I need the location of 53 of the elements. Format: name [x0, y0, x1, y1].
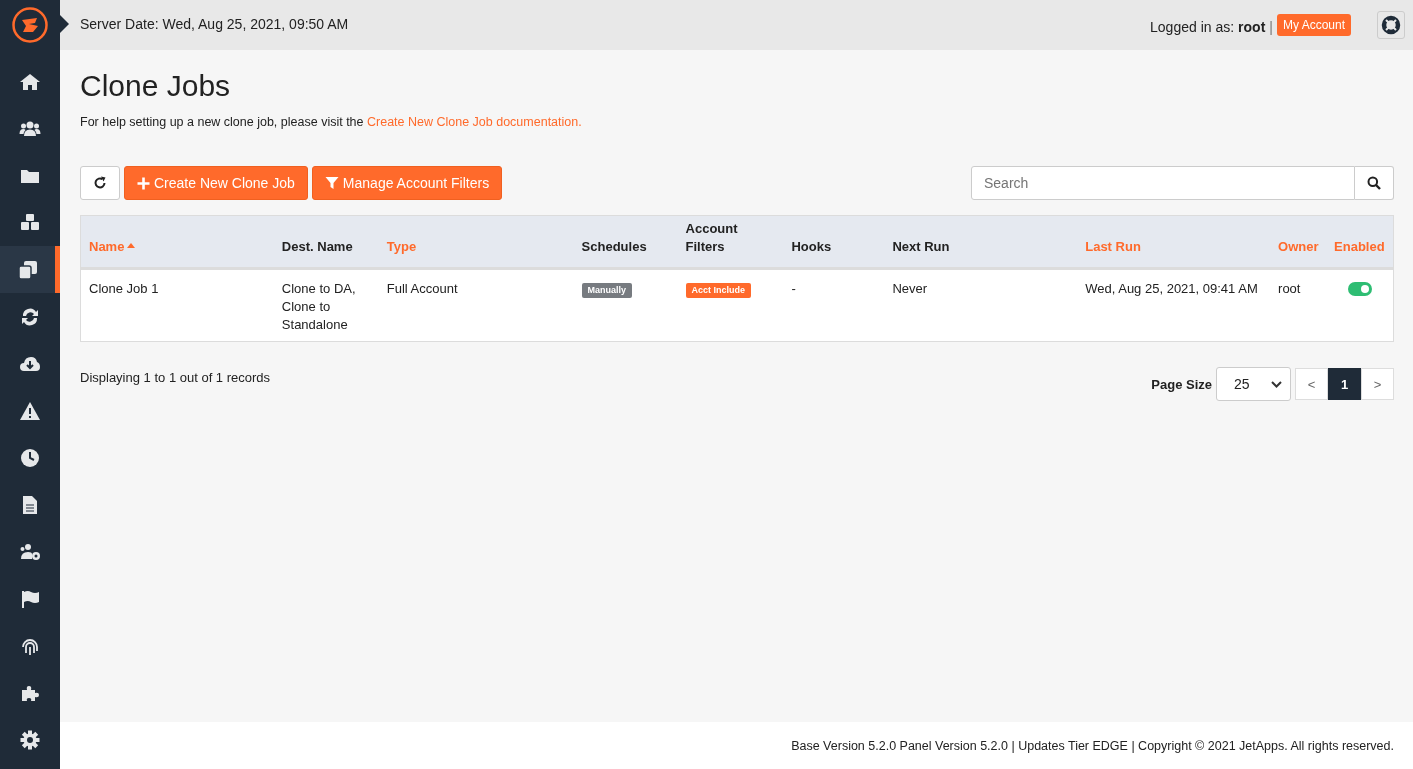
refresh-button[interactable]: [80, 166, 120, 200]
column-header[interactable]: Owner: [1278, 238, 1319, 256]
filter-badge: Acct Include: [685, 283, 752, 298]
table-cell: Never: [892, 281, 928, 296]
column-header: Schedules: [581, 238, 647, 256]
next-page-button[interactable]: >: [1361, 368, 1394, 400]
filter-icon: [324, 176, 339, 190]
sidebar-item[interactable]: [0, 246, 60, 293]
lifebuoy-icon: [1381, 15, 1401, 35]
documentation-link[interactable]: Create New Clone Job documentation.: [367, 115, 582, 129]
create-clone-job-button[interactable]: Create New Clone Job: [124, 166, 308, 200]
table-cell: root: [1278, 281, 1301, 296]
separator: |: [1269, 18, 1273, 35]
chevron-down-icon: [1271, 380, 1282, 388]
sync-icon: [19, 305, 41, 328]
column-header: Account Filters: [685, 220, 739, 256]
column-header[interactable]: Enabled: [1334, 238, 1385, 256]
table-cell: -: [791, 281, 796, 296]
clone-icon: [16, 258, 39, 281]
help-text: For help setting up a new clone job, please visit the Create New Clone Job documentation.: [80, 115, 583, 129]
column-header: Hooks: [791, 238, 832, 256]
plus-icon: [137, 176, 150, 190]
table-cell: Clone Job 1: [89, 281, 159, 296]
search-button[interactable]: [1355, 166, 1394, 200]
server-date: Server Date: Wed, Aug 25, 2021, 09:50 AM: [80, 16, 349, 32]
logo-icon[interactable]: [11, 6, 49, 44]
search-icon: [1367, 176, 1381, 190]
column-header: Next Run: [892, 238, 950, 256]
schedule-badge: Manually: [581, 283, 633, 298]
manage-filters-button[interactable]: Manage Account Filters: [311, 166, 503, 200]
page-title: Clone Jobs: [80, 69, 232, 103]
table-cell: Full Account: [386, 281, 458, 296]
table-cell: Wed, Aug 25, 2021, 09:41 AM: [1085, 281, 1258, 296]
my-account-button[interactable]: My Account: [1276, 14, 1351, 36]
enabled-toggle[interactable]: [1347, 282, 1372, 296]
column-header[interactable]: Name: [89, 238, 125, 256]
page-size-label: Page Size: [1151, 377, 1212, 392]
clock-icon: [19, 446, 41, 469]
footer-text: Base Version 5.2.0 Panel Version 5.2.0 | Updates Tier EDGE | Copyright © 2021 JetApps. All rights reserved.: [791, 738, 1394, 753]
page-button[interactable]: 1: [1328, 368, 1361, 400]
help-button[interactable]: [1377, 11, 1405, 39]
logged-in-label: Logged in as:: [1150, 18, 1235, 35]
search-field[interactable]: Search: [971, 166, 1355, 200]
column-header[interactable]: Type: [386, 238, 417, 256]
gear-icon: [19, 728, 41, 751]
page-size-select[interactable]: 25: [1216, 367, 1291, 401]
table-cell: Clone to DA, Clone to Standalone: [281, 281, 356, 332]
column-header: Dest. Name: [281, 238, 353, 256]
refresh-icon: [93, 176, 107, 190]
column-header[interactable]: Last Run: [1085, 238, 1141, 256]
previous-page-button[interactable]: <: [1295, 368, 1328, 400]
records-summary: Displaying 1 to 1 out of 1 records: [80, 370, 271, 385]
user-name: root: [1238, 18, 1266, 35]
